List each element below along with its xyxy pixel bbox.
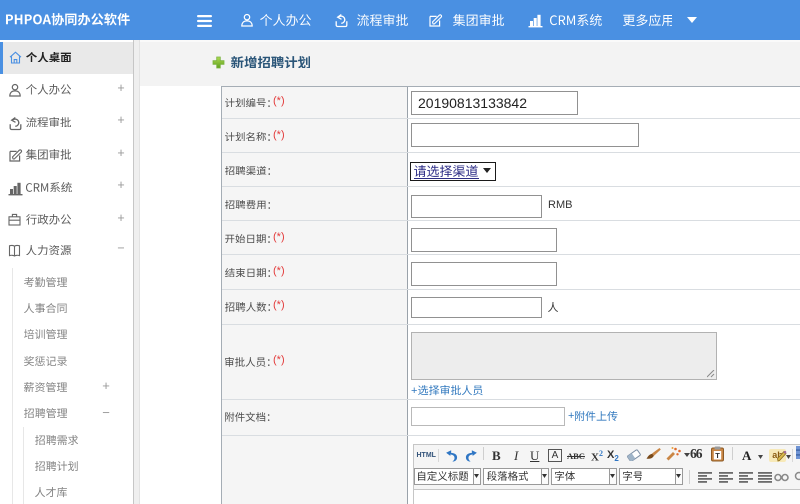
svg-text:T: T (715, 451, 720, 460)
